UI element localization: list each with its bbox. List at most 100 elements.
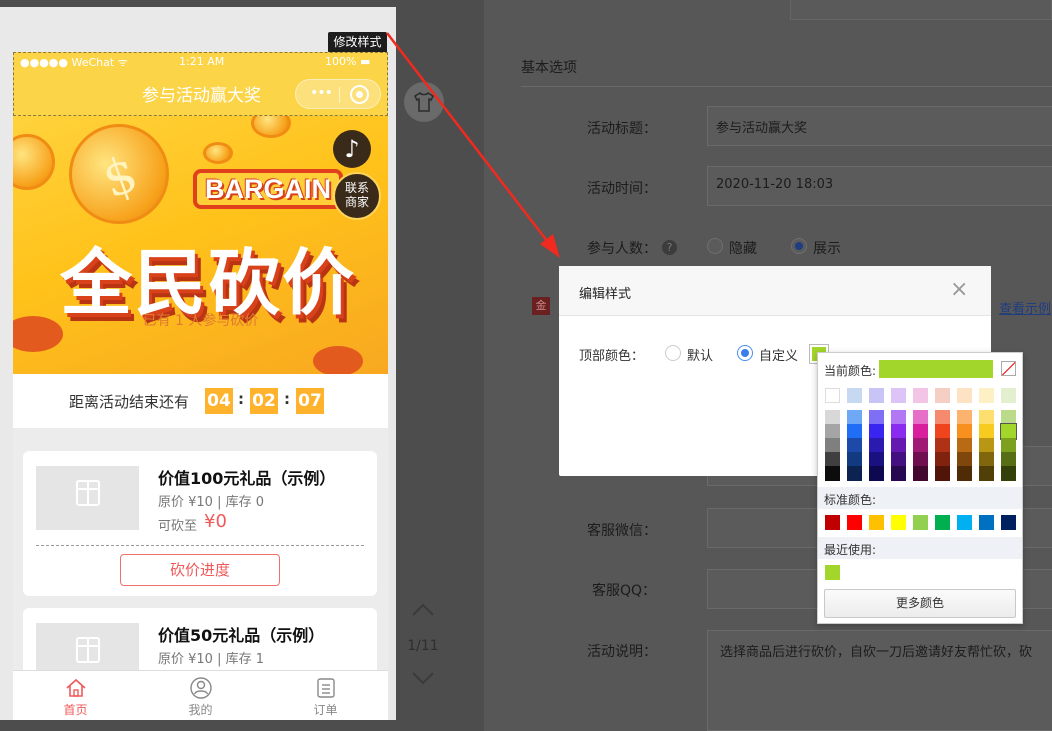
color-swatch[interactable] [957, 515, 972, 530]
phone-header[interactable]: ●●●●● WeChat ᯤ 1:21 AM 100% ▬ 参与活动赢大奖 ••… [13, 52, 388, 116]
countdown-minutes: 02 [250, 388, 278, 414]
status-battery: 100% ▬ [325, 55, 371, 68]
music-toggle-button[interactable]: ♪ [333, 130, 371, 168]
color-swatch[interactable] [825, 388, 840, 403]
color-swatch[interactable] [891, 452, 906, 467]
contact-merchant-button[interactable]: 联系 商家 [333, 172, 381, 220]
view-example-link[interactable]: 查看示例 [999, 298, 1051, 317]
color-swatch[interactable] [847, 410, 862, 425]
color-swatch[interactable] [847, 466, 862, 481]
color-swatch[interactable] [847, 388, 862, 403]
hide-option-label: 隐藏 [729, 241, 757, 257]
color-swatch[interactable] [935, 466, 950, 481]
color-swatch[interactable] [979, 410, 994, 425]
color-swatch[interactable] [1001, 466, 1016, 481]
color-swatch[interactable] [1001, 388, 1016, 403]
theme-style-button[interactable] [404, 82, 444, 122]
color-swatch[interactable] [1001, 410, 1016, 425]
color-swatch[interactable] [935, 410, 950, 425]
color-swatch[interactable] [913, 424, 928, 439]
show-radio[interactable] [791, 238, 807, 254]
tab-mine[interactable]: 我的 [138, 671, 263, 720]
capsule-close-icon[interactable] [350, 85, 369, 104]
color-swatch[interactable] [869, 515, 884, 530]
color-swatch[interactable] [979, 438, 994, 453]
color-swatch[interactable] [957, 388, 972, 403]
color-swatch[interactable] [825, 452, 840, 467]
color-swatch[interactable] [913, 515, 928, 530]
color-swatch[interactable] [935, 452, 950, 467]
product-title: 价值100元礼品（示例） [158, 469, 336, 488]
color-swatch[interactable] [957, 438, 972, 453]
color-swatch[interactable] [979, 466, 994, 481]
tab-orders[interactable]: 订单 [263, 671, 388, 720]
color-swatch[interactable] [825, 565, 840, 580]
color-swatch[interactable] [891, 515, 906, 530]
more-icon[interactable]: ••• [306, 85, 336, 101]
color-swatch[interactable] [891, 410, 906, 425]
chevron-down-icon[interactable] [410, 668, 436, 688]
tab-home[interactable]: 首页 [13, 671, 138, 720]
description-textarea[interactable]: 选择商品后进行砍价，自砍一刀后邀请好友帮忙砍，砍 [707, 630, 1052, 731]
color-swatch[interactable] [979, 388, 994, 403]
color-swatch[interactable] [891, 466, 906, 481]
color-swatch[interactable] [957, 452, 972, 467]
color-swatch[interactable] [847, 452, 862, 467]
color-swatch[interactable] [869, 410, 884, 425]
miniprogram-capsule[interactable]: ••• [295, 79, 381, 109]
color-swatch[interactable] [869, 424, 884, 439]
color-swatch[interactable] [913, 452, 928, 467]
color-swatch[interactable] [825, 466, 840, 481]
chevron-up-icon[interactable] [410, 600, 436, 620]
color-swatch[interactable] [957, 410, 972, 425]
color-swatch[interactable] [957, 424, 972, 439]
color-swatch[interactable] [847, 438, 862, 453]
color-swatch[interactable] [825, 515, 840, 530]
color-swatch[interactable] [869, 452, 884, 467]
color-swatch[interactable] [869, 388, 884, 403]
more-colors-button[interactable]: 更多颜色 [824, 589, 1016, 618]
color-picker-popup: 当前颜色: 标准颜色: 最近使用: 更多颜色 [817, 352, 1023, 624]
tshirt-icon [413, 92, 435, 112]
color-swatch[interactable] [935, 438, 950, 453]
top-color-label: 顶部颜色： [579, 349, 645, 364]
color-swatch[interactable] [825, 424, 840, 439]
edit-style-tooltip[interactable]: 修改样式 [328, 32, 387, 53]
help-icon[interactable]: ? [662, 240, 677, 255]
color-swatch[interactable] [891, 388, 906, 403]
default-color-radio[interactable] [665, 345, 681, 361]
color-swatch[interactable] [979, 452, 994, 467]
color-swatch[interactable] [979, 515, 994, 530]
custom-color-radio[interactable] [737, 345, 753, 361]
color-swatch[interactable] [913, 438, 928, 453]
product-card[interactable]: 价值100元礼品（示例） 原价 ¥10 | 库存 0 可砍至 ¥0 砍价进度 [23, 451, 377, 596]
color-swatch[interactable] [957, 466, 972, 481]
close-icon[interactable]: × [950, 279, 968, 301]
color-swatch[interactable] [935, 515, 950, 530]
color-swatch[interactable] [913, 410, 928, 425]
color-swatch[interactable] [935, 424, 950, 439]
color-swatch[interactable] [913, 388, 928, 403]
gold-badge: 金 [532, 297, 550, 315]
color-swatch[interactable] [847, 424, 862, 439]
color-swatch[interactable] [825, 438, 840, 453]
color-swatch[interactable] [913, 466, 928, 481]
color-swatch[interactable] [1001, 438, 1016, 453]
color-swatch[interactable] [869, 438, 884, 453]
bargain-progress-button[interactable]: 砍价进度 [120, 554, 280, 586]
color-swatch[interactable] [1000, 423, 1017, 440]
color-swatch[interactable] [1001, 515, 1016, 530]
activity-title-input[interactable]: 参与活动赢大奖 [707, 106, 1052, 146]
standard-colors-header: 标准颜色: [818, 487, 1022, 509]
color-swatch[interactable] [869, 466, 884, 481]
color-swatch[interactable] [891, 424, 906, 439]
hide-radio[interactable] [707, 238, 723, 254]
top-input-field[interactable] [790, 0, 1052, 20]
color-swatch[interactable] [825, 410, 840, 425]
color-swatch[interactable] [935, 388, 950, 403]
color-swatch[interactable] [891, 438, 906, 453]
activity-time-input[interactable]: 2020-11-20 18:03 [707, 166, 1052, 206]
color-swatch[interactable] [847, 515, 862, 530]
color-swatch[interactable] [979, 424, 994, 439]
color-swatch[interactable] [1001, 452, 1016, 467]
